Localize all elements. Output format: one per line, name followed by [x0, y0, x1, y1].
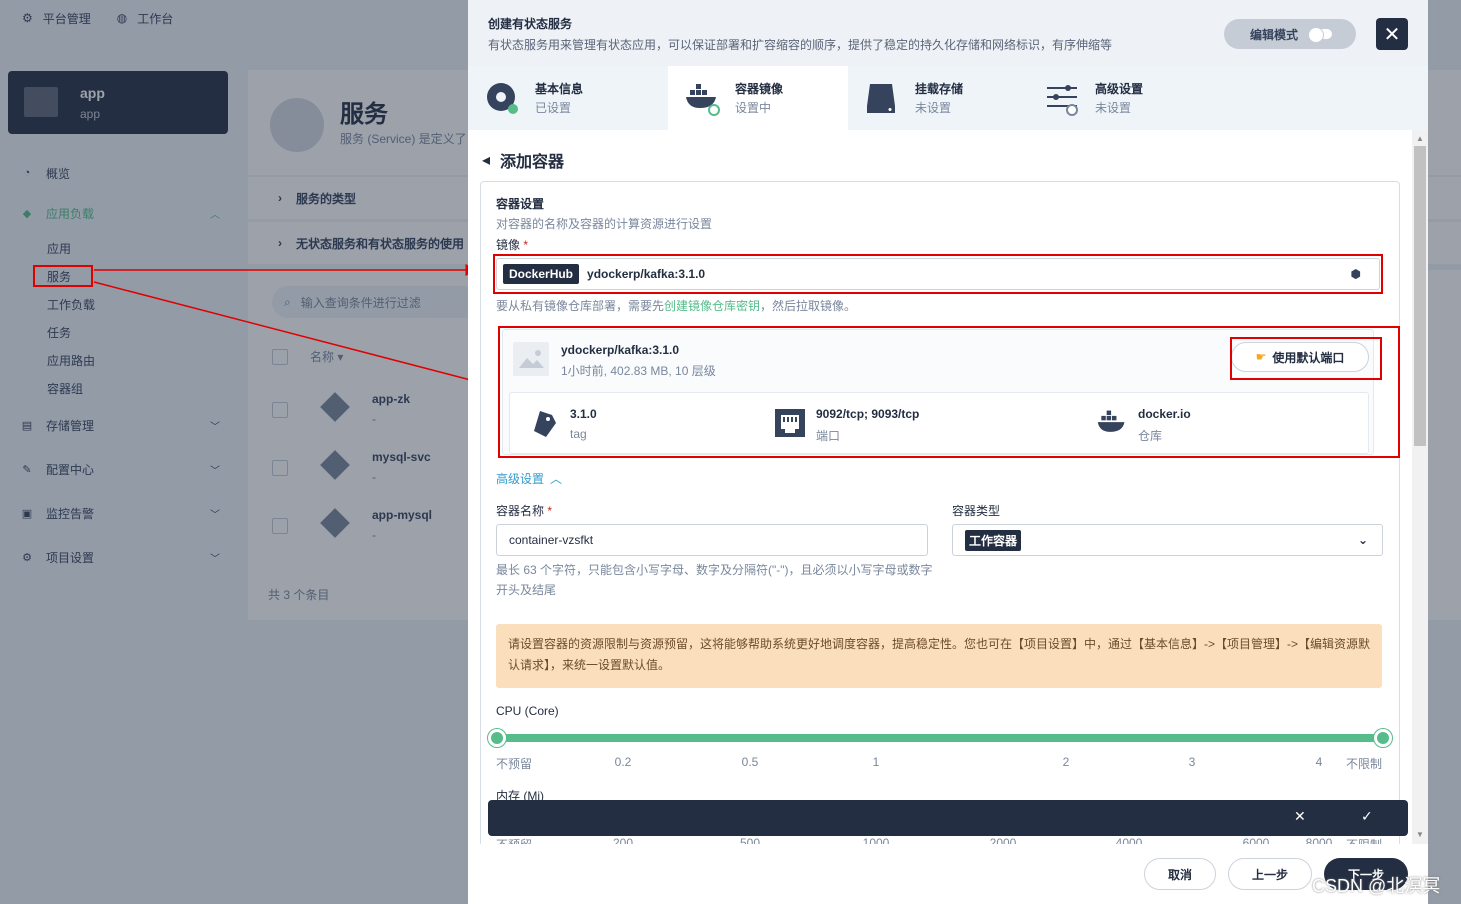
- scroll-up-arrow-icon[interactable]: ▲: [1416, 134, 1424, 143]
- cpu-tick: 4: [1315, 755, 1323, 769]
- close-icon: ✕: [1383, 23, 1401, 46]
- container-name-input[interactable]: container-vzsfkt: [496, 524, 928, 556]
- cpu-tick: 2: [1062, 755, 1070, 769]
- confirm-bar: ✕ ✓: [488, 800, 1408, 836]
- cpu-tick: 0.5: [741, 755, 759, 769]
- wizard-steps: 基本信息 已设置 容器镜像 设置中 挂载存储 未设置 高级设置 未设置: [468, 66, 1428, 130]
- cancel-button[interactable]: 取消: [1144, 858, 1216, 890]
- chevron-up-icon: ︿: [550, 472, 563, 486]
- toggle-switch: [1308, 27, 1333, 43]
- container-name-label: 容器名称 *: [496, 504, 553, 518]
- modal-title: 创建有状态服务: [488, 17, 573, 31]
- cpu-slider[interactable]: [496, 734, 1382, 742]
- container-settings-title: 容器设置: [496, 197, 545, 211]
- step-basic-info[interactable]: 基本信息 已设置: [468, 66, 648, 130]
- cpu-tick: 3: [1188, 755, 1196, 769]
- step-container-image[interactable]: 容器镜像 设置中: [668, 66, 848, 130]
- previous-button[interactable]: 上一步: [1228, 858, 1312, 890]
- scroll-down-arrow-icon[interactable]: ▼: [1416, 830, 1424, 839]
- disc-icon: [487, 83, 518, 114]
- sliders-icon: [1047, 85, 1078, 116]
- annotation-box-image-card: [498, 326, 1400, 458]
- chevron-down-icon: ⌄: [1357, 533, 1368, 547]
- disk-icon: [867, 84, 895, 113]
- resource-notice: 请设置容器的资源限制与资源预留，这将能够帮助系统更好地调度容器，提高稳定性。您也…: [496, 624, 1382, 688]
- cpu-tick: 不预留: [495, 757, 533, 771]
- annotation-box-image-input: [493, 254, 1383, 294]
- cpu-tick: 0.2: [614, 755, 632, 769]
- cpu-tick: 1: [872, 755, 880, 769]
- back-arrow-icon: ◂: [482, 152, 491, 169]
- close-button[interactable]: ✕: [1376, 18, 1408, 50]
- watermark: CSDN @北溟冥: [1312, 876, 1441, 896]
- modal-desc: 有状态服务用来管理有状态应用，可以保证部署和扩容缩容的顺序，提供了稳定的持久化存…: [488, 38, 1113, 52]
- cpu-slider-max-handle[interactable]: [1374, 729, 1392, 747]
- private-registry-hint: 要从私有镜像仓库部署，需要先创建镜像仓库密钥，然后拉取镜像。: [496, 299, 857, 313]
- container-type-select[interactable]: 工作容器 ⌄: [952, 524, 1383, 556]
- modal-footer: 取消 上一步 下一步: [468, 844, 1412, 904]
- step-mount-storage[interactable]: 挂载存储 未设置: [848, 66, 1028, 130]
- step-advanced[interactable]: 高级设置 未设置: [1028, 66, 1208, 130]
- scrollbar-thumb[interactable]: [1414, 146, 1426, 446]
- check-icon[interactable]: ✓: [1361, 808, 1373, 825]
- create-stateful-service-modal: 创建有状态服务 有状态服务用来管理有状态应用，可以保证部署和扩容缩容的顺序，提供…: [468, 0, 1428, 904]
- container-settings-desc: 对容器的名称及容器的计算资源进行设置: [496, 217, 713, 231]
- cancel-icon[interactable]: ✕: [1294, 808, 1306, 825]
- modal-header: 创建有状态服务 有状态服务用来管理有状态应用，可以保证部署和扩容缩容的顺序，提供…: [468, 0, 1428, 66]
- image-label: 镜像 *: [496, 238, 529, 252]
- edit-mode-toggle[interactable]: 编辑模式: [1224, 19, 1356, 49]
- docker-icon: [686, 84, 720, 116]
- cpu-slider-min-handle[interactable]: [488, 729, 506, 747]
- container-type-label: 容器类型: [952, 504, 1001, 518]
- cpu-label: CPU (Core): [496, 704, 559, 718]
- container-name-hint: 最长 63 个字符，只能包含小写字母、数字及分隔符("-")，且必须以小写字母或…: [496, 563, 933, 597]
- back-add-container[interactable]: ◂ 添加容器: [482, 148, 564, 172]
- create-secret-link[interactable]: 创建镜像仓库密钥: [664, 299, 760, 313]
- advanced-settings-toggle[interactable]: 高级设置 ︿: [496, 470, 562, 487]
- cpu-tick: 不限制: [1345, 757, 1383, 771]
- arrow-to-image-card: [93, 281, 488, 388]
